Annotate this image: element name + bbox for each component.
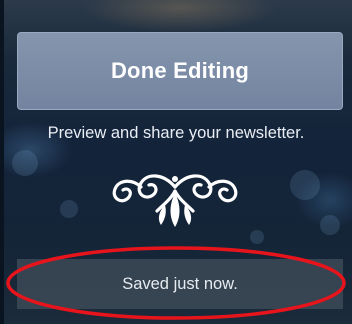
done-editing-button[interactable]: Done Editing [17,32,343,110]
background-bokeh [290,170,320,200]
background-bokeh [250,230,264,244]
flourish-ornament-icon [112,174,238,227]
panel-left-edge [0,0,4,324]
background-bokeh [320,215,340,235]
newsletter-editor-panel: Done Editing Preview and share your news… [0,0,352,324]
preview-share-hint: Preview and share your newsletter. [47,124,305,142]
save-status-text: Saved just now. [122,274,238,293]
done-editing-label: Done Editing [110,58,250,83]
background-bokeh [60,200,78,218]
save-status-bar: Saved just now. [17,259,343,309]
background-bokeh [12,150,38,176]
